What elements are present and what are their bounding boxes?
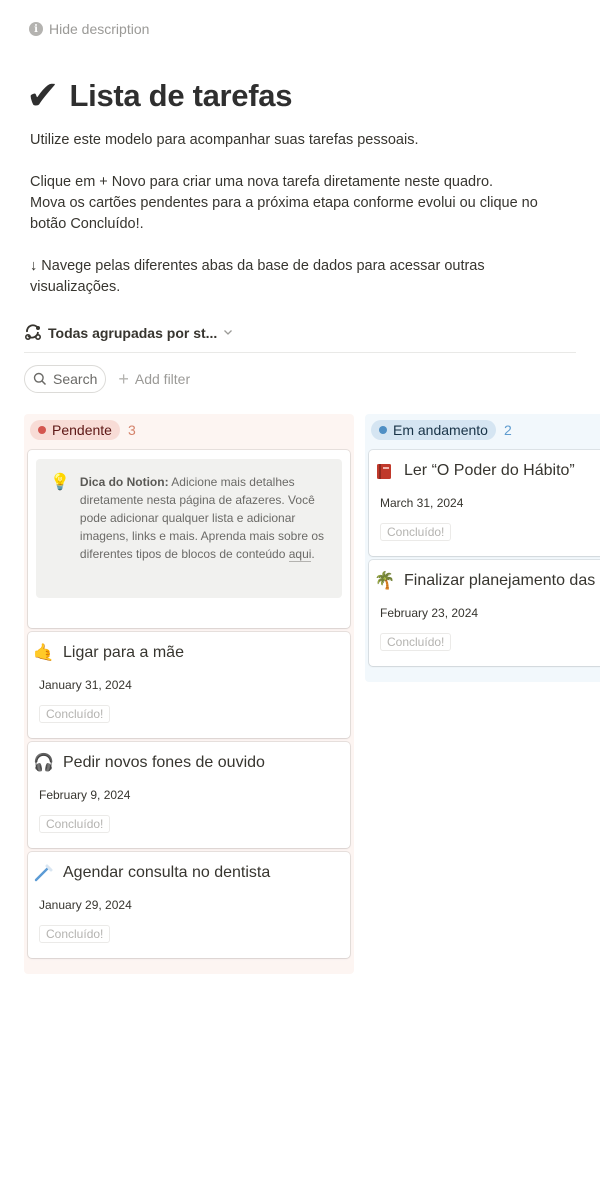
task-title: Ligar para a mãe bbox=[63, 644, 184, 661]
chevron-down-icon bbox=[224, 330, 233, 335]
column-count: 2 bbox=[503, 422, 512, 438]
task-title: Finalizar planejamento das bbox=[404, 572, 596, 589]
task-title: Pedir novos fones de ouvido bbox=[63, 754, 265, 771]
task-card[interactable]: 🎧 Pedir novos fones de ouvido February 9… bbox=[28, 742, 350, 848]
status-label: Em andamento bbox=[393, 422, 488, 438]
view-selector[interactable]: Todas agrupadas por st... bbox=[24, 322, 576, 353]
red-book-icon bbox=[377, 464, 391, 479]
task-card[interactable]: 🤙 Ligar para a mãe January 31, 2024 Conc… bbox=[28, 632, 350, 738]
page-title: Lista de tarefas bbox=[69, 78, 293, 113]
page-description: Utilize este modelo para acompanhar suas… bbox=[30, 130, 575, 298]
description-line: Utilize este modelo para acompanhar suas… bbox=[30, 132, 419, 148]
hide-description-label: Hide description bbox=[49, 21, 150, 37]
plus-icon: + bbox=[118, 369, 129, 389]
status-dot-icon bbox=[38, 426, 46, 434]
status-badge: Em andamento bbox=[371, 420, 496, 440]
view-name: Todas agrupadas por st... bbox=[48, 325, 218, 341]
search-icon bbox=[33, 372, 47, 386]
hide-description-button[interactable]: i Hide description bbox=[29, 21, 149, 37]
column-count: 3 bbox=[127, 422, 136, 438]
tip-text: Dica do Notion: Adicione mais detalhes d… bbox=[80, 473, 330, 598]
tip-link[interactable]: aqui bbox=[288, 547, 312, 562]
description-line: ↓ Navege pelas diferentes abas da base d… bbox=[30, 258, 485, 295]
filter-bar: Search + Add filter bbox=[24, 365, 190, 393]
tip-bold: Dica do Notion: bbox=[79, 475, 169, 489]
task-date: March 31, 2024 bbox=[380, 496, 464, 510]
info-icon: i bbox=[29, 22, 43, 36]
status-badge: Pendente bbox=[30, 420, 120, 440]
task-date: January 29, 2024 bbox=[39, 898, 132, 912]
column-header[interactable]: Pendente 3 bbox=[28, 414, 350, 446]
headphones-icon: 🎧 bbox=[33, 753, 55, 772]
toothbrush-icon bbox=[34, 864, 53, 882]
task-date: February 9, 2024 bbox=[39, 788, 131, 802]
task-card[interactable]: 🌴 Finalizar planejamento das February 23… bbox=[369, 560, 600, 666]
description-line: Clique em + Novo para criar uma nova tar… bbox=[30, 174, 494, 190]
page: i Hide description ✔ Lista de tarefas Ut… bbox=[0, 0, 600, 1200]
done-button[interactable]: Concluído! bbox=[39, 705, 111, 723]
palm-tree-icon: 🌴 bbox=[374, 571, 396, 590]
done-button[interactable]: Concluído! bbox=[39, 815, 111, 833]
board-view-icon bbox=[24, 324, 42, 341]
board-column-pending: Pendente 3 💡 Dica do Notion: Adicione ma… bbox=[24, 414, 354, 974]
column-header[interactable]: Em andamento 2 bbox=[369, 414, 600, 446]
tip-card[interactable]: 💡 Dica do Notion: Adicione mais detalhes… bbox=[28, 450, 350, 628]
task-title: Ler “O Poder do Hábito” bbox=[404, 462, 575, 479]
status-dot-icon bbox=[379, 426, 387, 434]
task-card[interactable]: Agendar consulta no dentista January 29,… bbox=[28, 852, 350, 958]
task-date: January 31, 2024 bbox=[39, 678, 132, 692]
check-mark-icon: ✔ bbox=[26, 73, 60, 119]
task-title: Agendar consulta no dentista bbox=[63, 864, 271, 881]
task-date: February 23, 2024 bbox=[380, 606, 479, 620]
task-card[interactable]: Ler “O Poder do Hábito” March 31, 2024 C… bbox=[369, 450, 600, 556]
tip-end: . bbox=[311, 547, 315, 561]
done-button[interactable]: Concluído! bbox=[39, 925, 111, 943]
page-header: ✔ Lista de tarefas bbox=[26, 76, 292, 116]
call-me-hand-icon: 🤙 bbox=[33, 643, 55, 662]
status-label: Pendente bbox=[52, 422, 112, 438]
done-button[interactable]: Concluído! bbox=[380, 633, 452, 651]
board-column-in-progress: Em andamento 2 Ler “O Poder do Hábito” M… bbox=[365, 414, 600, 682]
tip-callout: 💡 Dica do Notion: Adicione mais detalhes… bbox=[36, 459, 342, 598]
description-line: Mova os cartões pendentes para a próxima… bbox=[30, 195, 538, 232]
add-filter-label: Add filter bbox=[134, 371, 191, 387]
lightbulb-icon: 💡 bbox=[50, 474, 70, 491]
search-button[interactable]: Search bbox=[24, 365, 107, 393]
add-filter-button[interactable]: + Add filter bbox=[118, 370, 190, 388]
done-button[interactable]: Concluído! bbox=[380, 523, 452, 541]
search-label: Search bbox=[53, 371, 98, 387]
